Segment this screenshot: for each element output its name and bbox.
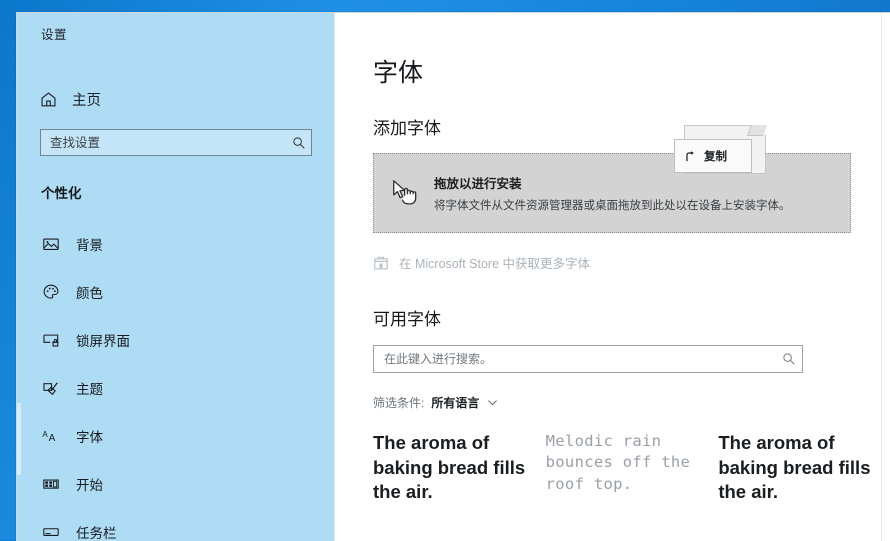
sidebar-item-label: 任务栏 <box>76 526 117 541</box>
copy-label: 复制 <box>704 151 727 163</box>
font-drop-zone[interactable]: 拖放以进行安装 将字体文件从文件资源管理器或桌面拖放到此处以在设备上安装字体。 <box>373 125 851 233</box>
font-preview-text: The aroma of baking bread fills the air. <box>373 432 526 503</box>
sidebar-item-themes[interactable]: 主题 <box>17 364 334 412</box>
add-font-heading: 添加字体 <box>373 119 441 138</box>
sidebar-item-fonts[interactable]: A A 字体 <box>17 412 334 460</box>
font-search-input[interactable] <box>374 352 776 366</box>
picture-icon <box>41 234 61 254</box>
font-preview-list: The aroma of baking bread fills the air.… <box>373 431 890 505</box>
drop-zone-description: 将字体文件从文件资源管理器或桌面拖放到此处以在设备上安装字体。 <box>434 200 791 212</box>
main-content: 字体 添加字体 拖放以进行安装 将字体文件从文件资源管理器或桌面拖放到此处以在设… <box>334 13 890 541</box>
font-preview-card[interactable]: Melodic rain bounces off the roof top. <box>546 431 719 505</box>
chevron-down-icon[interactable] <box>486 396 499 409</box>
sidebar-scrollbar-thumb[interactable] <box>17 403 21 475</box>
sidebar-item-lock-screen[interactable]: 锁屏界面 <box>17 316 334 364</box>
font-filter-dropdown[interactable]: 筛选条件: 所有语言 <box>373 394 890 411</box>
page-title: 字体 <box>373 59 424 87</box>
font-preview-card[interactable]: The aroma of baking bread fills the air. <box>373 431 546 505</box>
sidebar-item-label: 颜色 <box>76 286 103 301</box>
app-title: 设置 <box>41 28 68 42</box>
sidebar-group-title: 个性化 <box>41 186 82 201</box>
font-preview-text: Melodic rain bounces off the roof top. <box>545 432 691 493</box>
settings-window: 设置 主页 个性化 <box>16 12 890 541</box>
palette-icon <box>41 282 61 302</box>
sidebar-search[interactable] <box>40 129 312 156</box>
brush-icon <box>41 378 61 398</box>
drag-hand-cursor-icon <box>390 178 420 208</box>
svg-text:A: A <box>42 430 48 439</box>
search-input[interactable] <box>41 135 287 150</box>
start-menu-icon <box>41 474 61 494</box>
filter-value-label: 所有语言 <box>431 396 480 410</box>
sidebar-item-label: 锁屏界面 <box>76 334 130 349</box>
sidebar-home-label: 主页 <box>72 92 101 109</box>
sidebar-item-background[interactable]: 背景 <box>17 220 334 268</box>
font-preview-text: The aroma of baking bread fills the air. <box>718 432 871 503</box>
microsoft-store-link-label: 在 Microsoft Store 中获取更多字体 <box>399 257 590 271</box>
sidebar-item-home[interactable]: 主页 <box>17 82 334 116</box>
settings-sidebar: 设置 主页 个性化 <box>17 13 334 541</box>
available-fonts-heading: 可用字体 <box>373 310 441 329</box>
sidebar-item-label: 字体 <box>76 430 103 445</box>
microsoft-store-link[interactable]: 在 Microsoft Store 中获取更多字体 <box>373 253 890 272</box>
copy-arrow-icon <box>684 150 697 163</box>
font-aa-icon: A A <box>41 426 61 446</box>
sidebar-item-taskbar[interactable]: 任务栏 <box>17 508 334 541</box>
main-scrollbar-track[interactable] <box>881 13 882 541</box>
sidebar-item-start[interactable]: 开始 <box>17 460 334 508</box>
sidebar-item-label: 主题 <box>76 382 103 397</box>
sidebar-item-colors[interactable]: 颜色 <box>17 268 334 316</box>
sidebar-item-label: 背景 <box>76 238 103 253</box>
font-search-box[interactable] <box>373 345 803 373</box>
font-preview-card[interactable]: The aroma of baking bread fills the air. <box>718 431 890 505</box>
drag-copy-tooltip: 复制 <box>674 125 768 175</box>
drop-zone-title: 拖放以进行安装 <box>434 177 522 191</box>
taskbar-icon <box>41 522 61 541</box>
sidebar-nav-list: 背景 颜色 锁屏界面 主题 A A 字体 开始 任务栏 <box>17 220 334 541</box>
microsoft-store-icon <box>373 255 389 271</box>
lock-screen-icon <box>41 330 61 350</box>
filter-prefix-label: 筛选条件: <box>373 396 425 410</box>
screen: 设置 主页 个性化 <box>0 0 890 541</box>
sidebar-item-label: 开始 <box>76 478 103 493</box>
svg-text:A: A <box>49 433 56 444</box>
home-icon <box>39 90 58 109</box>
search-icon[interactable] <box>287 136 311 150</box>
search-icon[interactable] <box>776 352 802 366</box>
